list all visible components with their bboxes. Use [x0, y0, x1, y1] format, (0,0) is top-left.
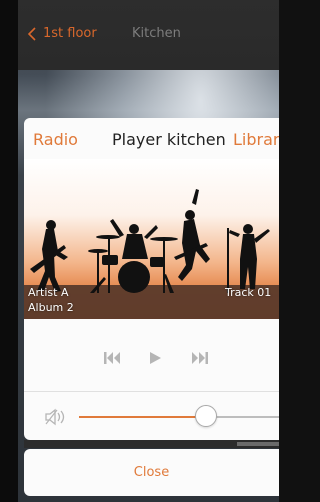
- navigation-bar: 1st floor Kitchen: [18, 0, 279, 70]
- back-button-label: 1st floor: [43, 26, 97, 41]
- play-icon[interactable]: [148, 351, 162, 365]
- volume-slider-track[interactable]: [208, 416, 279, 418]
- back-button[interactable]: 1st floor: [28, 26, 97, 41]
- tab-radio[interactable]: Radio: [33, 130, 78, 149]
- previous-track-icon[interactable]: [104, 351, 122, 365]
- separator-highlight: [237, 442, 279, 446]
- player-panel: Radio Player kitchen Library: [24, 118, 279, 440]
- panel-separator: [24, 440, 279, 448]
- left-edge-strip: [0, 0, 18, 502]
- album-name: Album 2: [28, 301, 74, 314]
- track-name: Track 01: [225, 286, 272, 299]
- artist-name: Artist A: [28, 286, 69, 299]
- player-title: Player kitchen: [112, 130, 226, 149]
- volume-slider-fill: [79, 416, 197, 418]
- volume-control: [24, 392, 279, 440]
- tab-library[interactable]: Library: [233, 130, 279, 149]
- kitchen-player-screen: 1st floor Kitchen Radio Player kitchen L…: [0, 0, 279, 502]
- next-track-icon[interactable]: [190, 351, 208, 365]
- close-button[interactable]: Close: [24, 449, 279, 496]
- album-art: Artist A Album 2 Track 01: [24, 159, 279, 319]
- page-title: Kitchen: [132, 26, 181, 41]
- volume-slider-thumb[interactable]: [195, 405, 217, 427]
- chevron-left-icon: [28, 26, 36, 41]
- speaker-mute-icon[interactable]: [45, 408, 67, 426]
